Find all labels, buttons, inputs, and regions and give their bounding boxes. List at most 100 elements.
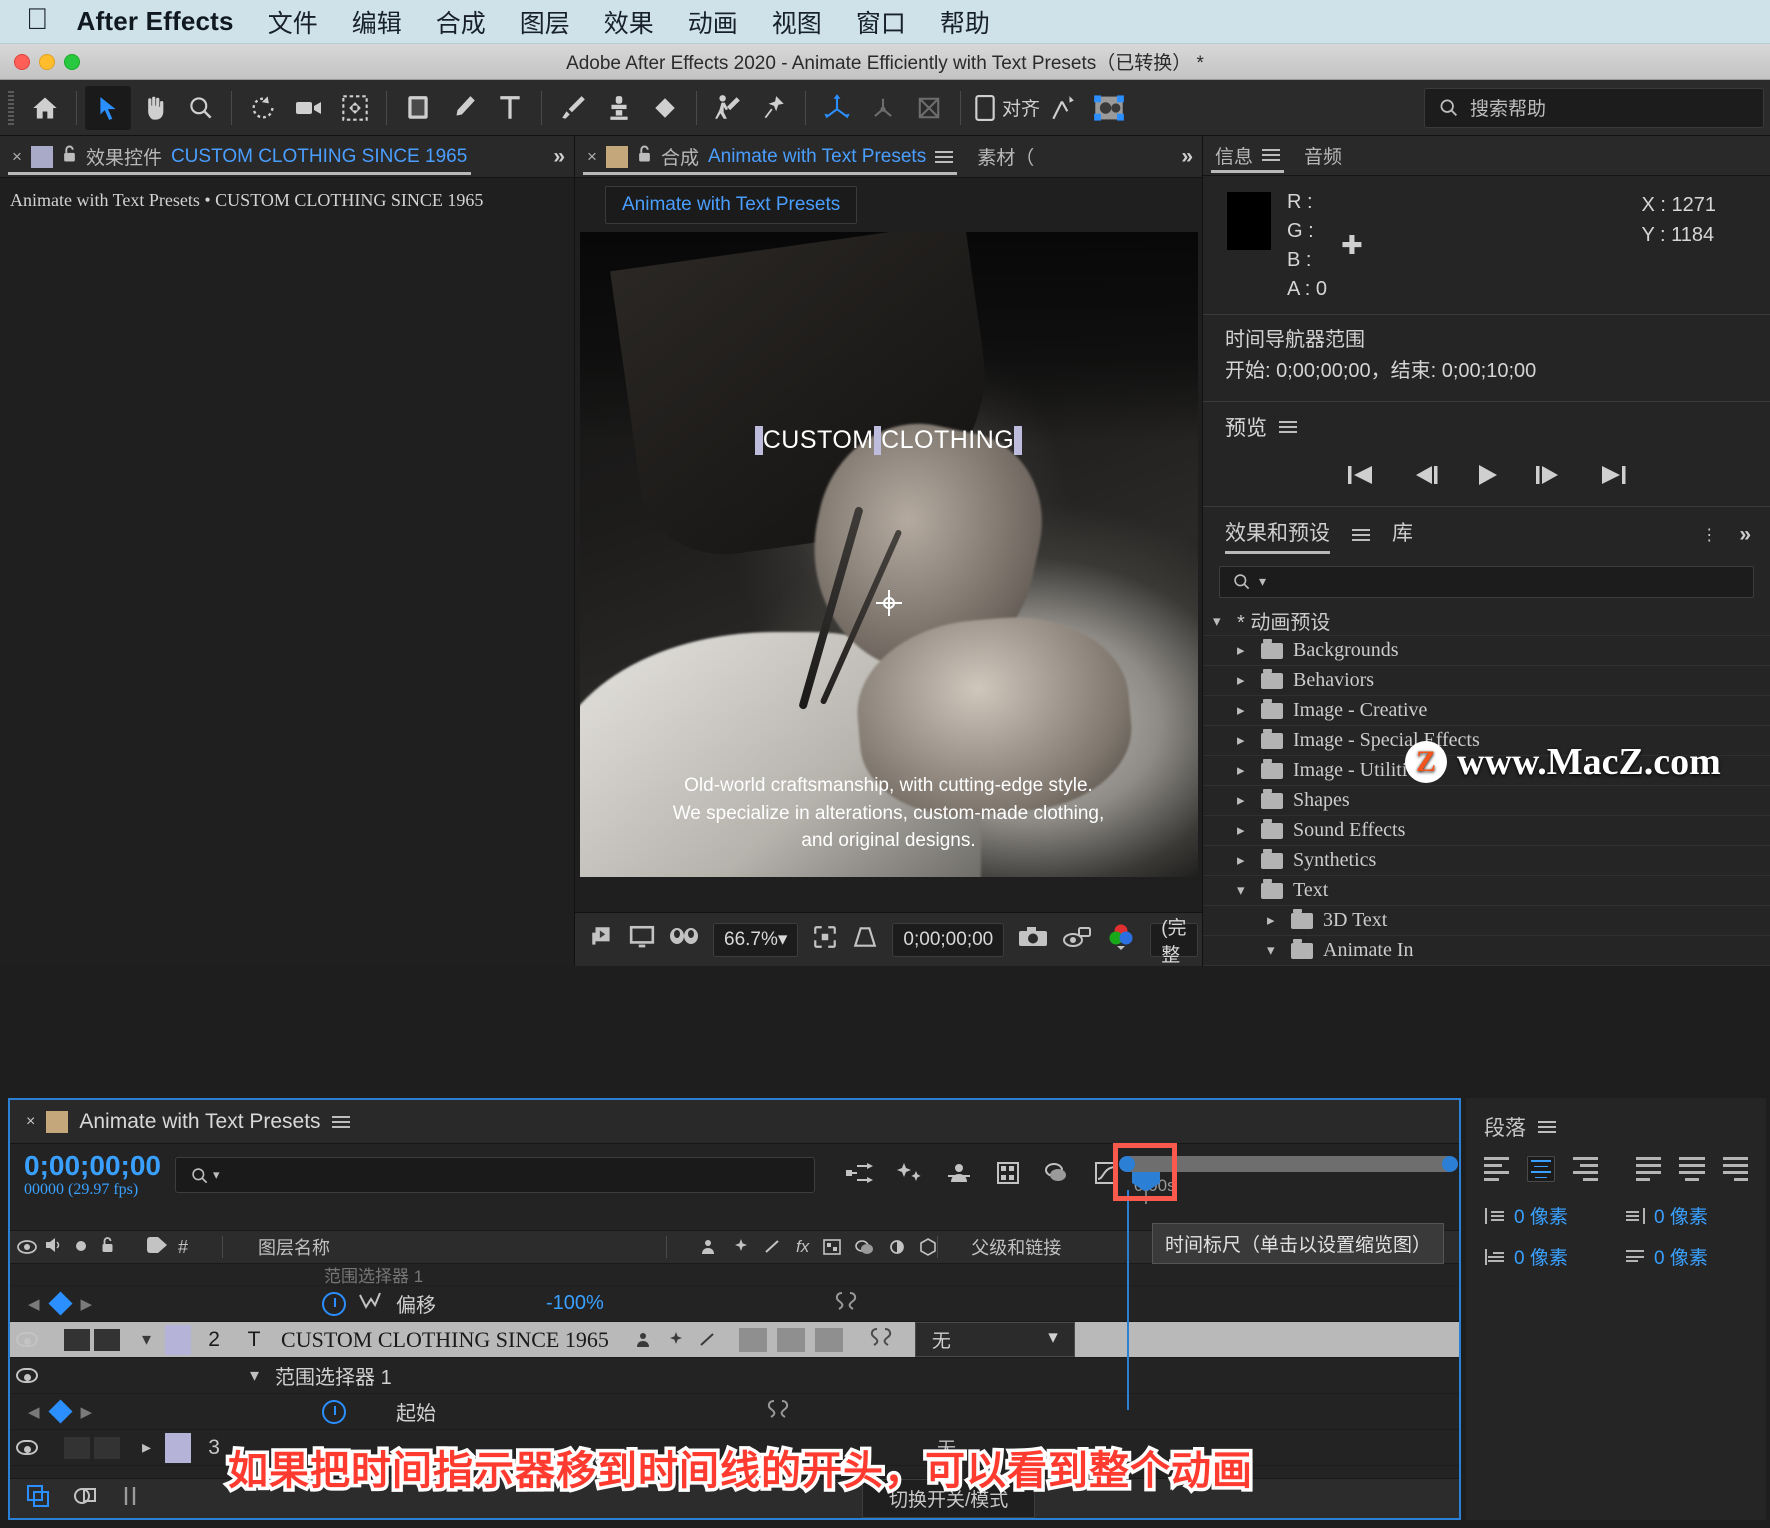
- graph-editor-set-icon[interactable]: [118, 1484, 142, 1513]
- app-name-label[interactable]: After Effects: [77, 6, 234, 37]
- chevron-right-icon[interactable]: ▸: [1237, 761, 1251, 780]
- zoom-tool-icon[interactable]: [177, 86, 223, 130]
- always-preview-icon[interactable]: [589, 924, 615, 955]
- solo-toggle[interactable]: [94, 1436, 120, 1459]
- pan-behind-tool-icon[interactable]: [332, 86, 378, 130]
- world-axis-mode-icon[interactable]: [860, 86, 906, 130]
- align-left-icon[interactable]: [1484, 1156, 1510, 1182]
- table-row-partial[interactable]: 范围选择器 1: [10, 1264, 1459, 1286]
- tree-folder-animate-in[interactable]: ▾ Animate In: [1203, 936, 1770, 966]
- justify-last-center-icon[interactable]: [1679, 1156, 1705, 1182]
- home-icon[interactable]: [22, 86, 68, 130]
- property-visibility-toggle[interactable]: [16, 1368, 38, 1383]
- indent-first-line-field[interactable]: 0 像素: [1484, 1243, 1602, 1270]
- channel-rgb-icon[interactable]: [1106, 923, 1136, 956]
- timeline-timecode-group[interactable]: 0;00;00;00 00000 (29.97 fps): [24, 1151, 161, 1198]
- next-keyframe-icon[interactable]: ▶: [81, 1403, 93, 1421]
- puppet-pin-tool-icon[interactable]: [751, 86, 797, 130]
- enable-frame-blending-icon[interactable]: [995, 1160, 1021, 1191]
- first-frame-button[interactable]: [1346, 462, 1376, 488]
- tree-folder-backgrounds[interactable]: ▸ Backgrounds: [1203, 636, 1770, 666]
- clone-stamp-tool-icon[interactable]: [596, 86, 642, 130]
- play-button[interactable]: [1474, 462, 1500, 488]
- tab-libraries[interactable]: 库: [1392, 517, 1413, 554]
- comp-name-chip[interactable]: Animate with Text Presets: [605, 186, 858, 224]
- tab-composition[interactable]: × 合成 Animate with Text Presets: [575, 136, 965, 177]
- close-icon[interactable]: ×: [587, 147, 597, 167]
- chevron-right-icon[interactable]: ▸: [1267, 911, 1281, 930]
- expression-toggle-icon[interactable]: [766, 1398, 790, 1426]
- tab-audio[interactable]: 音频: [1292, 136, 1354, 175]
- rotation-tool-icon[interactable]: [240, 86, 286, 130]
- parent-select-layer-2[interactable]: 无 ▾: [914, 1322, 1075, 1357]
- tree-folder-sound-effects[interactable]: ▸ Sound Effects: [1203, 816, 1770, 846]
- shape-tool-icon[interactable]: [395, 86, 441, 130]
- indent-left-field[interactable]: 0 像素: [1484, 1202, 1602, 1229]
- panel-menu-icon[interactable]: [1262, 146, 1281, 164]
- previous-frame-button[interactable]: [1410, 462, 1440, 488]
- justify-last-left-icon[interactable]: [1636, 1156, 1662, 1182]
- tab-footage[interactable]: 素材（: [965, 136, 1046, 177]
- indent-right-field[interactable]: 0 像素: [1624, 1202, 1742, 1229]
- current-time-field[interactable]: 0;00;00;00: [892, 922, 1005, 957]
- panel-menu-icon[interactable]: [1538, 1118, 1556, 1136]
- panel-menu-icon[interactable]: [1279, 418, 1297, 436]
- tree-folder-shapes[interactable]: ▸ Shapes: [1203, 786, 1770, 816]
- audio-toggle[interactable]: [64, 1436, 90, 1459]
- table-row-range-selector[interactable]: ▾ 范围选择器 1: [10, 1358, 1459, 1394]
- keyframe-marker-icon[interactable]: [48, 1291, 73, 1316]
- pen-tool-icon[interactable]: [441, 86, 487, 130]
- enable-motion-blur-icon[interactable]: [1043, 1160, 1071, 1191]
- next-frame-button[interactable]: [1534, 462, 1564, 488]
- menu-item-composition[interactable]: 合成: [436, 4, 486, 40]
- text-tool-icon[interactable]: [487, 86, 533, 130]
- table-row-offset-property[interactable]: ◀ ▶ 偏移 -100%: [10, 1286, 1459, 1322]
- effect-controls-overflow[interactable]: »: [541, 136, 574, 177]
- graph-path-icon[interactable]: [1040, 86, 1086, 130]
- transparency-grid-icon[interactable]: [852, 925, 878, 954]
- toolbar-grip[interactable]: [6, 90, 16, 125]
- effects-search-input[interactable]: ▾: [1219, 565, 1754, 598]
- toggle-transparency-icon[interactable]: [72, 1484, 98, 1513]
- brush-tool-icon[interactable]: [550, 86, 596, 130]
- chevron-right-icon[interactable]: ▸: [1237, 851, 1251, 870]
- tab-effect-controls[interactable]: × 效果控件 CUSTOM CLOTHING SINCE 1965: [0, 136, 479, 177]
- comp-stage[interactable]: CUSTOM CLOTHING Old-world craftsmanship,…: [579, 232, 1198, 877]
- eraser-tool-icon[interactable]: [642, 86, 688, 130]
- chevron-down-icon[interactable]: ▾: [250, 1365, 259, 1386]
- region-of-interest-icon[interactable]: [812, 924, 838, 955]
- solo-toggle[interactable]: [94, 1328, 120, 1351]
- tree-folder-3d-text[interactable]: ▸ 3D Text: [1203, 906, 1770, 936]
- content-aware-fill-icon[interactable]: [1086, 86, 1132, 130]
- apple-logo-icon[interactable]: : [26, 4, 49, 35]
- hide-shy-layers-icon[interactable]: [945, 1160, 973, 1191]
- tree-folder-synthetics[interactable]: ▸ Synthetics: [1203, 846, 1770, 876]
- tree-folder-image-creative[interactable]: ▸ Image - Creative: [1203, 696, 1770, 726]
- chevron-down-icon[interactable]: ▾: [1237, 881, 1251, 900]
- menu-item-file[interactable]: 文件: [268, 4, 318, 40]
- chevron-right-icon[interactable]: ▸: [1237, 791, 1251, 810]
- keyframe-navigator[interactable]: ◀ ▶: [10, 1291, 142, 1316]
- justify-last-right-icon[interactable]: [1722, 1156, 1749, 1182]
- tab-info[interactable]: 信息: [1203, 136, 1292, 175]
- show-snapshot-icon[interactable]: [1062, 925, 1092, 954]
- layer-label-color[interactable]: [165, 1324, 192, 1355]
- expression-toggle-icon[interactable]: [869, 1326, 893, 1354]
- stopwatch-icon[interactable]: [322, 1291, 346, 1316]
- close-icon[interactable]: ×: [26, 1113, 35, 1131]
- search-dropdown-icon[interactable]: ▾: [1259, 573, 1266, 590]
- anchor-point-icon[interactable]: [875, 589, 902, 616]
- timeline-comp-name[interactable]: Animate with Text Presets: [79, 1110, 320, 1134]
- layer-name-2[interactable]: CUSTOM CLOTHING SINCE 1965: [271, 1323, 619, 1356]
- align-right-icon[interactable]: [1572, 1156, 1599, 1182]
- tree-folder-text[interactable]: ▾ Text: [1203, 876, 1770, 906]
- audio-toggle[interactable]: [64, 1328, 90, 1351]
- space-before-field[interactable]: 0 像素: [1624, 1243, 1742, 1270]
- panel-menu-icon[interactable]: [935, 148, 954, 166]
- video-visibility-toggle[interactable]: [16, 1332, 38, 1347]
- layer-label-color[interactable]: [165, 1432, 192, 1463]
- graph-editor-toggle-icon[interactable]: [358, 1291, 382, 1317]
- snapshot-camera-icon[interactable]: [1018, 925, 1048, 954]
- switch-box[interactable]: [776, 1327, 805, 1352]
- timeline-search-input[interactable]: ▾: [174, 1157, 815, 1193]
